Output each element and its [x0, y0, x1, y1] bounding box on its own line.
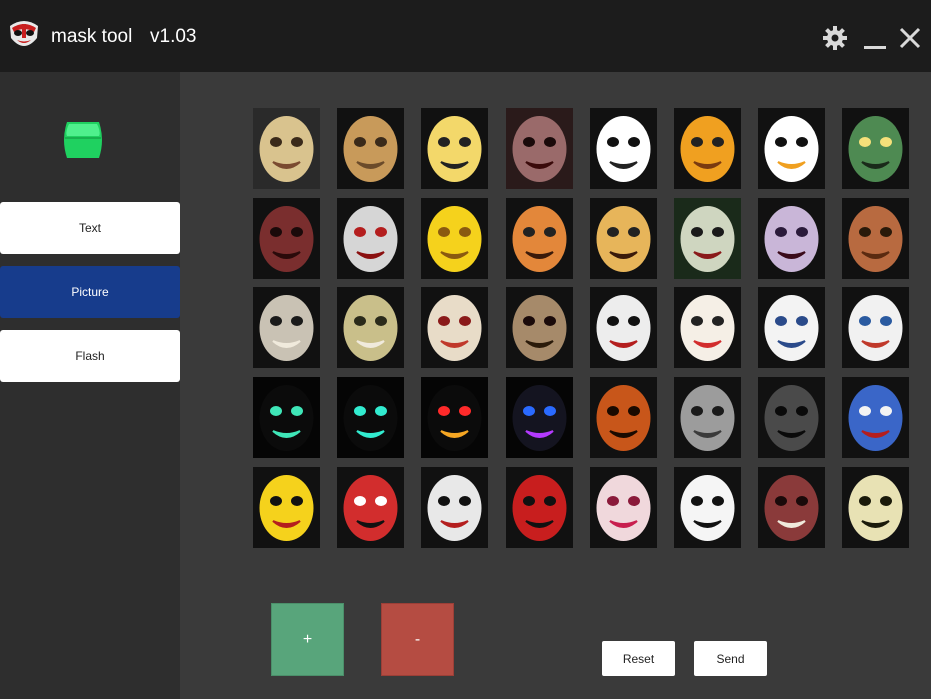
sun-mask-icon — [421, 198, 488, 279]
opera-crimson-mask-icon — [506, 467, 573, 548]
mask-tile-tiger-cub[interactable] — [421, 108, 488, 189]
panda-mask-icon — [590, 108, 657, 189]
mask-tile-red-eyes[interactable] — [421, 377, 488, 458]
mask-tile-opera-yellow[interactable] — [253, 467, 320, 548]
close-icon[interactable] — [896, 24, 924, 52]
pumpkin-mask-icon — [590, 377, 657, 458]
skull-mask-icon — [506, 287, 573, 368]
mask-tile-ox[interactable] — [337, 108, 404, 189]
chicken-mask-icon — [758, 108, 825, 189]
hannya-mask-icon — [337, 287, 404, 368]
bear-teeth-mask-icon — [253, 287, 320, 368]
blue-clown-mask-icon — [842, 287, 909, 368]
mask-tile-zombie[interactable] — [506, 108, 573, 189]
mask-tile-cream-skull[interactable] — [842, 467, 909, 548]
mask-tile-opera-crimson[interactable] — [506, 467, 573, 548]
mask-tile-ghost-woman[interactable] — [758, 198, 825, 279]
skinless-mask-icon — [842, 198, 909, 279]
mask-tile-opera-white[interactable] — [421, 467, 488, 548]
opera-pink-mask-icon — [590, 467, 657, 548]
tiger-cub-mask-icon — [421, 108, 488, 189]
mask-tile-pumpkin[interactable] — [590, 377, 657, 458]
monkey-king-mask-icon — [253, 108, 320, 189]
mask-tile-opera-blue[interactable] — [842, 377, 909, 458]
sidebar-item-label: Picture — [71, 285, 109, 299]
leopard-mask-icon — [590, 198, 657, 279]
mask-tile-bear-teeth[interactable] — [253, 287, 320, 368]
mask-tile-hannya[interactable] — [337, 287, 404, 368]
green-demon-mask-icon — [842, 108, 909, 189]
mask-tile-saw-puppet[interactable] — [590, 287, 657, 368]
burnt-face-mask-icon — [253, 198, 320, 279]
opera-yellow-mask-icon — [253, 467, 320, 548]
mask-tile-evil-clown[interactable] — [337, 198, 404, 279]
mask-tile-cartoon-tiger[interactable] — [674, 108, 741, 189]
zombie-mask-icon — [506, 108, 573, 189]
mask-tile-angry-clown[interactable] — [421, 287, 488, 368]
mask-tile-monkey-king[interactable] — [253, 108, 320, 189]
mask-tile-tiger-face[interactable] — [506, 198, 573, 279]
cartoon-tiger-mask-icon — [674, 108, 741, 189]
red-fangs-mask-icon — [758, 467, 825, 548]
red-eyes-mask-icon — [421, 377, 488, 458]
mask-tile-chicken[interactable] — [758, 108, 825, 189]
status-indicator-icon — [64, 122, 102, 158]
ghost-woman-mask-icon — [758, 198, 825, 279]
santa-mask-icon — [674, 287, 741, 368]
mask-tile-opera-red[interactable] — [337, 467, 404, 548]
mask-tile-dark-skull[interactable] — [758, 377, 825, 458]
reset-button[interactable]: Reset — [602, 641, 675, 676]
sidebar-item-label: Flash — [75, 349, 105, 363]
opera-red-mask-icon — [337, 467, 404, 548]
send-button[interactable]: Send — [694, 641, 767, 676]
title-bar: mask tool v1.03 — [0, 0, 931, 72]
joker-mask-icon — [674, 198, 741, 279]
opera-blue-mask-icon — [842, 377, 909, 458]
mask-tile-burnt-face[interactable] — [253, 198, 320, 279]
neon-venom-mask-icon — [337, 377, 404, 458]
sidebar-item-picture[interactable]: Picture — [0, 266, 180, 318]
mask-tile-blue-clown[interactable] — [842, 287, 909, 368]
minimize-icon[interactable] — [861, 24, 889, 52]
mask-tile-neon-venom[interactable] — [337, 377, 404, 458]
sidebar-item-text[interactable]: Text — [0, 202, 180, 254]
mask-tile-red-fangs[interactable] — [758, 467, 825, 548]
mask-tile-skull[interactable] — [506, 287, 573, 368]
opera-mask-logo-icon — [7, 18, 41, 52]
tiger-face-mask-icon — [506, 198, 573, 279]
evil-clown-mask-icon — [337, 198, 404, 279]
sidebar-item-flash[interactable]: Flash — [0, 330, 180, 382]
sidebar — [0, 72, 180, 699]
mask-tile-santa[interactable] — [674, 287, 741, 368]
ox-mask-icon — [337, 108, 404, 189]
mask-tile-green-demon[interactable] — [842, 108, 909, 189]
mask-tile-leopard[interactable] — [590, 198, 657, 279]
dark-skull-mask-icon — [758, 377, 825, 458]
opera-white-mask-icon — [421, 467, 488, 548]
add-button[interactable]: + — [271, 603, 344, 676]
mask-tile-purge-mask[interactable] — [506, 377, 573, 458]
mask-tile-opera-pink[interactable] — [590, 467, 657, 548]
mask-tile-joker[interactable] — [674, 198, 741, 279]
mask-tile-skinless[interactable] — [842, 198, 909, 279]
neon-grin-mask-icon — [253, 377, 320, 458]
mask-tile-scream[interactable] — [674, 467, 741, 548]
angry-clown-mask-icon — [421, 287, 488, 368]
mask-tile-neon-grin[interactable] — [253, 377, 320, 458]
scream-mask-icon — [674, 467, 741, 548]
mask-tile-panda[interactable] — [590, 108, 657, 189]
heist-clown-mask-icon — [758, 287, 825, 368]
app-version: v1.03 — [150, 26, 197, 47]
mask-tile-grey-woman[interactable] — [674, 377, 741, 458]
grey-woman-mask-icon — [674, 377, 741, 458]
app-title: mask tool — [51, 26, 133, 47]
remove-button[interactable]: - — [381, 603, 454, 676]
mask-tile-heist-clown[interactable] — [758, 287, 825, 368]
mask-tile-sun[interactable] — [421, 198, 488, 279]
saw-puppet-mask-icon — [590, 287, 657, 368]
gear-icon[interactable] — [821, 24, 849, 52]
purge-mask-mask-icon — [506, 377, 573, 458]
sidebar-item-label: Text — [78, 221, 101, 235]
cream-skull-mask-icon — [842, 467, 909, 548]
